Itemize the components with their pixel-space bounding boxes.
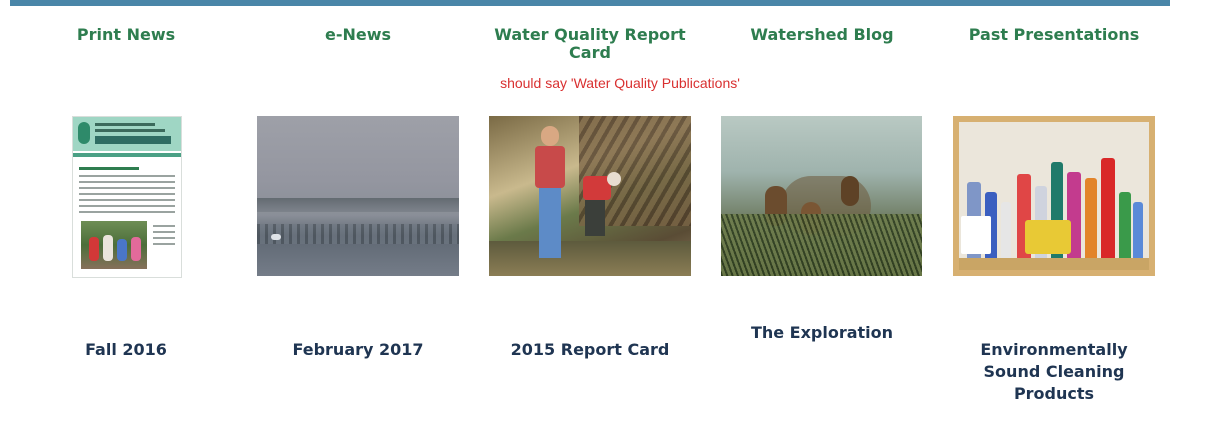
- heading-water-quality-report-card[interactable]: Water Quality Report Card: [480, 26, 700, 62]
- newsletter-group-photo: [81, 221, 147, 269]
- editor-note: should say 'Water Quality Publications': [500, 75, 740, 91]
- person-head: [541, 126, 559, 146]
- heading-e-news[interactable]: e-News: [248, 26, 468, 44]
- person-jeans: [539, 188, 561, 258]
- text-line: [79, 199, 175, 201]
- text-line: [79, 205, 175, 207]
- text-line: [79, 187, 175, 189]
- text-line: [79, 175, 175, 177]
- heading-line: Water Quality Report: [494, 25, 686, 44]
- heading-line: Card: [569, 43, 611, 62]
- creek-bed: [489, 241, 691, 276]
- publications-strip: Print News e-News Water Quality Report C…: [0, 0, 1230, 436]
- text-line: [79, 211, 175, 213]
- person-cap: [607, 172, 621, 186]
- masthead-line: [95, 123, 155, 126]
- marsh-reeds: [257, 224, 459, 244]
- person-figure: [131, 237, 141, 261]
- cleaning-cabinet-image[interactable]: [953, 116, 1155, 276]
- caption-line: Environmentally: [980, 340, 1128, 359]
- text-line: [153, 237, 175, 239]
- newsletter-masthead: [73, 117, 181, 151]
- heading-print-news[interactable]: Print News: [16, 26, 236, 44]
- foggy-marsh-image[interactable]: [257, 116, 459, 276]
- pine-needles: [721, 214, 922, 276]
- caption-fall-2016[interactable]: Fall 2016: [16, 339, 236, 361]
- leaf-logo-icon: [78, 122, 90, 144]
- swan-shape: [271, 234, 281, 240]
- person-figure: [103, 235, 113, 261]
- pine-cone: [841, 176, 859, 206]
- person-legs: [585, 200, 605, 236]
- masthead-line: [95, 129, 165, 132]
- distant-treeline: [257, 198, 459, 212]
- text-line: [79, 193, 175, 195]
- creek-sampling-image[interactable]: [489, 116, 691, 276]
- top-accent-bar: [10, 0, 1170, 6]
- pine-cone-image[interactable]: [721, 116, 922, 276]
- caption-cleaning-products[interactable]: Environmentally Sound Cleaning Products: [944, 339, 1164, 405]
- heading-past-presentations[interactable]: Past Presentations: [944, 26, 1164, 44]
- caption-2015-report-card[interactable]: 2015 Report Card: [480, 339, 700, 361]
- caption-the-exploration[interactable]: The Exploration: [712, 322, 932, 344]
- person-figure: [89, 237, 99, 261]
- masthead-title-block: [95, 136, 171, 144]
- text-line: [153, 225, 175, 227]
- cabinet-frame: [953, 116, 1155, 276]
- article-title-line: [79, 167, 139, 170]
- person-shirt: [535, 146, 565, 188]
- newsletter-cover-image[interactable]: [72, 116, 182, 278]
- text-line: [153, 231, 175, 233]
- text-line: [79, 181, 175, 183]
- caption-february-2017[interactable]: February 2017: [248, 339, 468, 361]
- caption-line: Sound Cleaning: [983, 362, 1125, 381]
- heading-watershed-blog[interactable]: Watershed Blog: [712, 26, 932, 44]
- caption-line: Products: [1013, 384, 1095, 403]
- person-figure: [117, 239, 127, 261]
- newsletter-band: [73, 153, 181, 157]
- text-line: [153, 243, 175, 245]
